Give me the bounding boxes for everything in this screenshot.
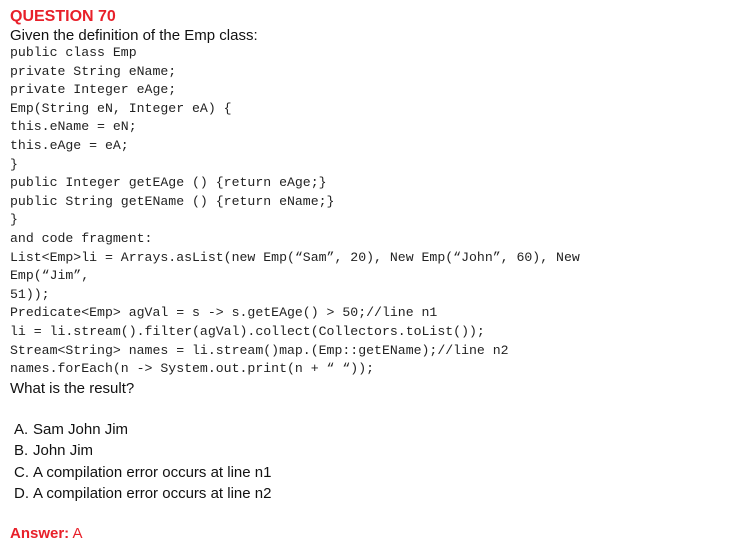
code-line: public class Emp bbox=[10, 45, 137, 60]
question-title: QUESTION 70 bbox=[10, 8, 116, 25]
question-intro: Given the definition of the Emp class: bbox=[10, 27, 258, 44]
answer-line: Answer: A bbox=[10, 525, 83, 542]
question-page: QUESTION 70 Given the definition of the … bbox=[0, 0, 738, 549]
code-line: this.eName = eN; bbox=[10, 119, 137, 135]
code-line: private String eName; bbox=[10, 63, 177, 79]
option-b: B. John Jim bbox=[14, 442, 271, 463]
code-line: } bbox=[10, 212, 18, 228]
option-letter: A. bbox=[14, 421, 29, 438]
option-text: A compilation error occurs at line n2 bbox=[33, 484, 272, 502]
option-a: A. Sam John Jim bbox=[14, 421, 271, 442]
option-c: C. A compilation error occurs at line n1 bbox=[14, 464, 271, 485]
code-line: List<Emp>li = Arrays.asList(new Emp(“Sam… bbox=[10, 249, 580, 265]
code-line: } bbox=[10, 156, 18, 172]
option-text: A compilation error occurs at line n1 bbox=[33, 463, 272, 481]
code-line: public Integer getEAge () {return eAge;} bbox=[10, 175, 327, 191]
answer-options: A. Sam John Jim B. John Jim C. A compilatio… bbox=[14, 421, 271, 506]
option-text: Sam John Jim bbox=[33, 421, 129, 438]
code-line: names.forEach(n -> System.out.print(n + … bbox=[10, 361, 375, 377]
code-line: Predicate<Emp> agVal = s -> s.getEAge() … bbox=[10, 305, 438, 321]
code-line: private Integer eAge; bbox=[10, 82, 177, 98]
option-letter: D. bbox=[14, 484, 29, 502]
question-prompt: What is the result? bbox=[10, 380, 135, 397]
answer-value: A bbox=[72, 525, 83, 542]
code-line: li = li.stream().filter(agVal).collect(C… bbox=[10, 323, 485, 339]
code-line: public String getEName () {return eName;… bbox=[10, 193, 335, 209]
option-d: D. A compilation error occurs at line n2 bbox=[14, 485, 271, 506]
code-line: Stream<String> names = li.stream()map.(E… bbox=[10, 342, 509, 358]
code-line: this.eAge = eA; bbox=[10, 137, 129, 153]
code-block: public class Emp private String eName; pri… bbox=[10, 44, 580, 379]
option-letter: B. bbox=[14, 442, 29, 460]
code-line: Emp(String eN, Integer eA) { bbox=[10, 100, 232, 116]
answer-label: Answer: bbox=[10, 525, 70, 542]
code-line: Emp(“Jim”, bbox=[10, 268, 90, 284]
option-text: John Jim bbox=[33, 442, 94, 460]
code-line: 51)); bbox=[10, 286, 50, 302]
option-letter: C. bbox=[14, 463, 29, 481]
code-line: and code fragment: bbox=[10, 230, 153, 246]
